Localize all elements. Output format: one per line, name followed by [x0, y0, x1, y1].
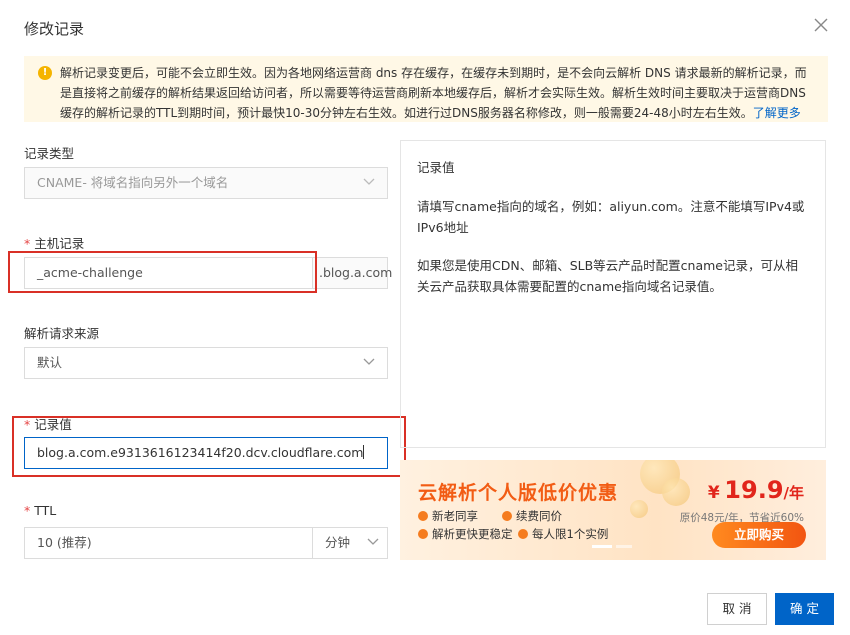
chevron-down-icon — [367, 538, 379, 545]
ttl-unit-value: 分钟 — [325, 535, 351, 550]
help-panel-title: 记录值 — [417, 160, 455, 175]
record-type-value: CNAME- 将域名指向另外一个域名 — [37, 175, 229, 190]
chevron-down-icon — [363, 178, 375, 185]
request-source-select[interactable]: 默认 — [24, 347, 388, 379]
warning-icon: ! — [38, 66, 52, 80]
promo-feature: 续费同价 — [502, 508, 562, 524]
promo-feature: 解析更快更稳定 — [418, 526, 513, 542]
request-source-value: 默认 — [37, 355, 63, 370]
check-icon — [518, 529, 528, 539]
promo-banner[interactable]: 云解析个人版低价优惠 新老同享 续费同价 解析更快更稳定 每人限1个实例 ¥ 1… — [400, 460, 826, 560]
chevron-down-icon — [363, 358, 375, 365]
buy-now-button[interactable]: 立即购买 — [712, 522, 806, 548]
close-icon[interactable] — [814, 18, 828, 32]
record-value-label: * 记录值 — [24, 417, 72, 432]
check-icon — [418, 529, 428, 539]
ttl-unit-select[interactable]: 分钟 — [312, 527, 388, 559]
check-icon — [418, 511, 428, 521]
notice-text: 解析记录变更后，可能不会立即生效。因为各地网络运营商 dns 存在缓存，在缓存未… — [60, 66, 807, 120]
carousel-indicator-active[interactable] — [592, 545, 612, 548]
promo-feature: 新老同享 — [418, 508, 478, 524]
notice-banner: ! 解析记录变更后，可能不会立即生效。因为各地网络运营商 dns 存在缓存，在缓… — [24, 56, 828, 122]
ttl-input[interactable]: 10 (推荐) — [24, 527, 313, 559]
cancel-button[interactable]: 取 消 — [707, 593, 767, 625]
ttl-label: * TTL — [24, 503, 57, 518]
record-type-select[interactable]: CNAME- 将域名指向另外一个域名 — [24, 167, 388, 199]
domain-suffix: .blog.a.com — [313, 257, 392, 289]
check-icon — [502, 511, 512, 521]
host-record-label: * 主机记录 — [24, 236, 85, 251]
promo-price: ¥ 19.9/年 — [707, 476, 804, 504]
help-paragraph: 如果您是使用CDN、邮箱、SLB等云产品时配置cname记录，可从相关云产品获取… — [417, 258, 799, 294]
carousel-indicator[interactable] — [616, 545, 632, 548]
learn-more-link[interactable]: 了解更多 — [753, 106, 801, 120]
dialog-title: 修改记录 — [24, 20, 85, 38]
coin-decoration — [662, 478, 690, 506]
coin-decoration — [630, 500, 648, 518]
help-panel: 记录值 请填写cname指向的域名，例如：aliyun.com。注意不能填写IP… — [400, 140, 826, 448]
promo-feature: 每人限1个实例 — [518, 526, 608, 542]
confirm-button[interactable]: 确 定 — [775, 593, 834, 625]
request-source-label: 解析请求来源 — [24, 326, 100, 341]
promo-title: 云解析个人版低价优惠 — [418, 482, 619, 504]
record-type-label: 记录类型 — [24, 146, 75, 161]
record-value-input[interactable]: blog.a.com.e9313616123414f20.dcv.cloudfl… — [24, 437, 388, 469]
help-paragraph: 请填写cname指向的域名，例如：aliyun.com。注意不能填写IPv4或I… — [417, 199, 805, 235]
host-record-input[interactable]: _acme-challenge — [24, 257, 313, 289]
